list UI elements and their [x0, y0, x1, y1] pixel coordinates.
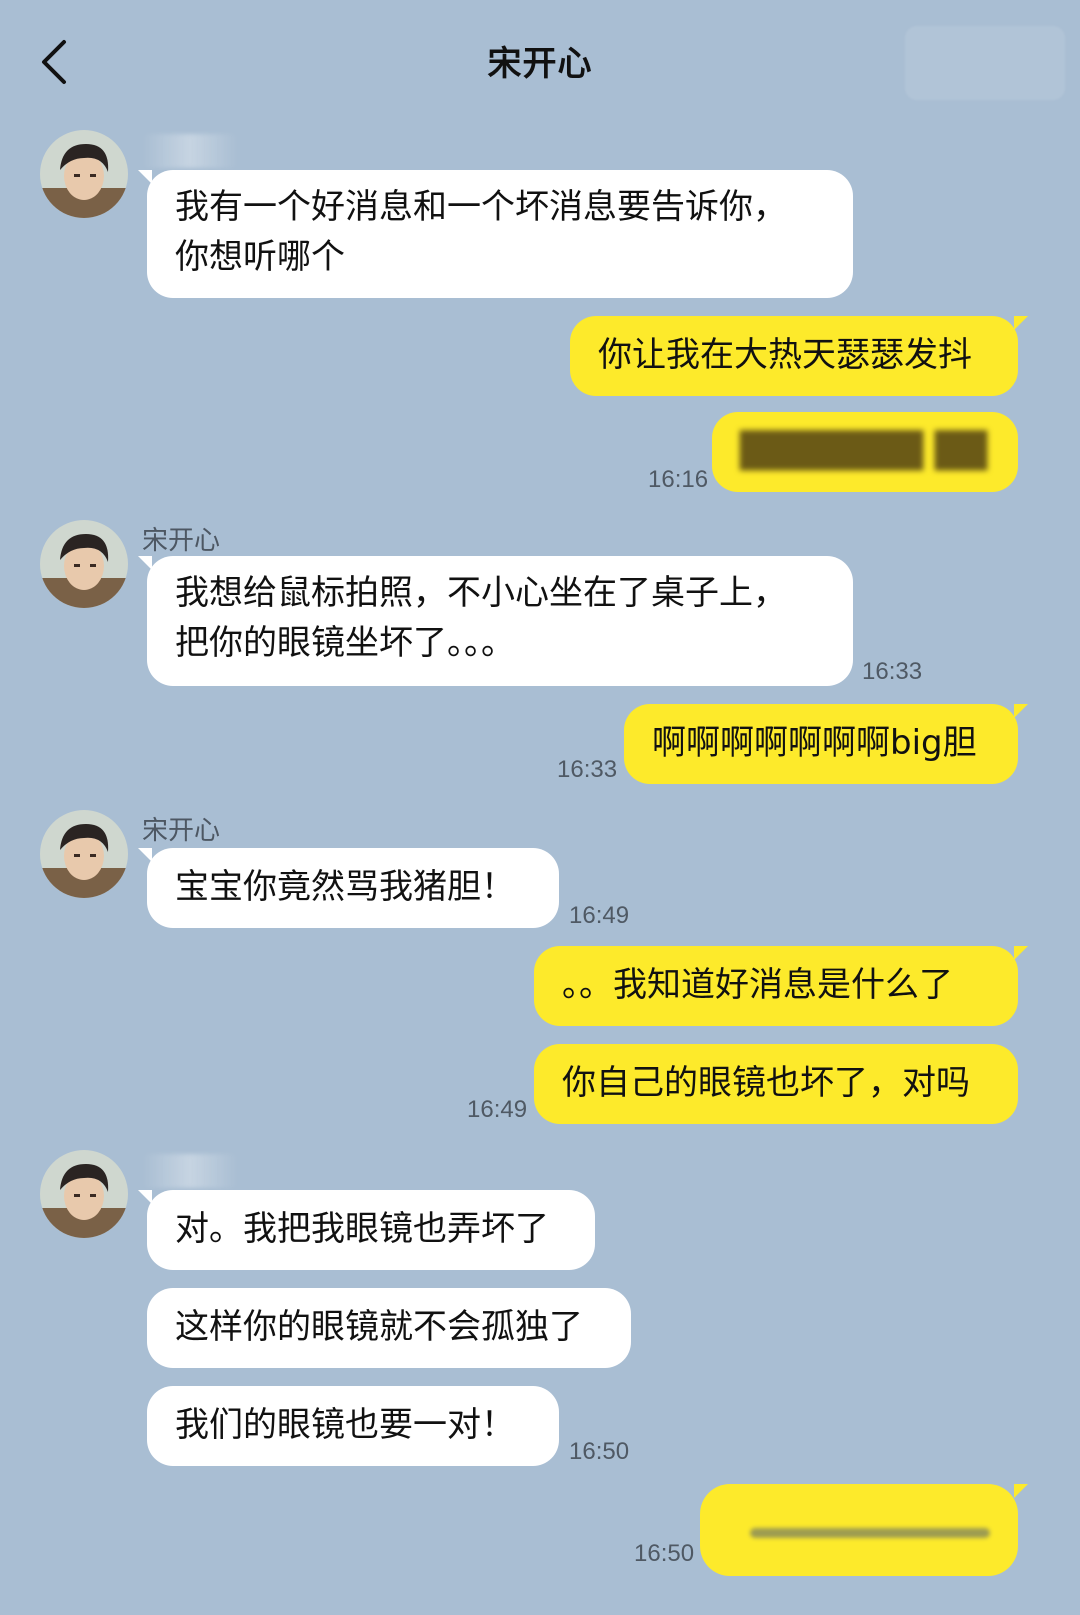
message-text-blurred: ███████ ██ [740, 431, 988, 471]
message-text: 宝宝你竟然骂我猪胆！ [175, 867, 515, 907]
bubble-tail [1014, 704, 1028, 718]
avatar-portrait-icon [40, 1150, 128, 1238]
bubble-tail [138, 848, 152, 862]
bubble-tail [138, 1190, 152, 1204]
sender-name: 宋开心 [142, 526, 221, 556]
message-text-blurred [750, 1528, 990, 1538]
avatar-portrait-icon [40, 130, 128, 218]
message-bubble-incoming[interactable]: 宝宝你竟然骂我猪胆！ [147, 848, 559, 928]
sender-name: 宋开心 [142, 816, 221, 846]
avatar[interactable] [40, 1150, 128, 1238]
bubble-tail [138, 170, 152, 184]
avatar[interactable] [40, 130, 128, 218]
message-bubble-outgoing-blurred[interactable]: ███████ ██ [712, 412, 1018, 492]
message-text: 啊啊啊啊啊啊啊big胆 [652, 723, 977, 763]
chat-header: 宋开心 [0, 0, 1080, 120]
timestamp: 16:33 [862, 658, 923, 685]
bubble-tail [1014, 316, 1028, 330]
timestamp: 16:33 [557, 756, 618, 783]
message-bubble-outgoing[interactable]: 你自己的眼镜也坏了，对吗 [534, 1044, 1018, 1124]
timestamp: 16:50 [569, 1438, 630, 1465]
bubble-tail [1014, 946, 1028, 960]
message-text: 。。我知道好消息是什么了 [562, 965, 953, 1005]
message-text: 你自己的眼镜也坏了，对吗 [562, 1063, 970, 1103]
message-bubble-outgoing[interactable]: 。。我知道好消息是什么了 [534, 946, 1018, 1026]
timestamp: 16:16 [648, 466, 709, 493]
header-action-area[interactable] [905, 26, 1065, 100]
timestamp: 16:50 [634, 1540, 695, 1567]
avatar[interactable] [40, 520, 128, 608]
message-bubble-incoming[interactable]: 对。我把我眼镜也弄坏了 [147, 1190, 595, 1270]
avatar-portrait-icon [40, 810, 128, 898]
message-text: 这样你的眼镜就不会孤独了 [175, 1307, 583, 1347]
message-bubble-incoming[interactable]: 我想给鼠标拍照，不小心坐在了桌子上， 把你的眼镜坐坏了。。。 [147, 556, 853, 686]
message-bubble-incoming[interactable]: 我们的眼镜也要一对！ [147, 1386, 559, 1466]
message-text: 我有一个好消息和一个坏消息要告诉你， [175, 187, 787, 227]
bubble-tail [138, 556, 152, 570]
avatar[interactable] [40, 810, 128, 898]
message-bubble-incoming[interactable]: 这样你的眼镜就不会孤独了 [147, 1288, 631, 1368]
message-text: 对。我把我眼镜也弄坏了 [175, 1209, 549, 1249]
message-bubble-incoming[interactable]: 我有一个好消息和一个坏消息要告诉你， 你想听哪个 [147, 170, 853, 298]
message-text: 你想听哪个 [175, 237, 345, 277]
message-text: 把你的眼镜坐坏了。。。 [175, 623, 515, 663]
message-bubble-outgoing[interactable]: 你让我在大热天瑟瑟发抖 [570, 316, 1018, 396]
message-bubble-outgoing-blurred[interactable] [700, 1484, 1018, 1576]
sender-name-blurred [142, 134, 238, 168]
sender-name-blurred [142, 1154, 238, 1188]
timestamp: 16:49 [467, 1096, 528, 1123]
message-text: 我们的眼镜也要一对！ [175, 1405, 515, 1445]
timestamp: 16:49 [569, 902, 630, 929]
avatar-portrait-icon [40, 520, 128, 608]
bubble-tail [1014, 1484, 1028, 1498]
message-text: 你让我在大热天瑟瑟发抖 [598, 335, 972, 375]
message-bubble-outgoing[interactable]: 啊啊啊啊啊啊啊big胆 [624, 704, 1018, 784]
message-text: 我想给鼠标拍照，不小心坐在了桌子上， [175, 573, 787, 613]
